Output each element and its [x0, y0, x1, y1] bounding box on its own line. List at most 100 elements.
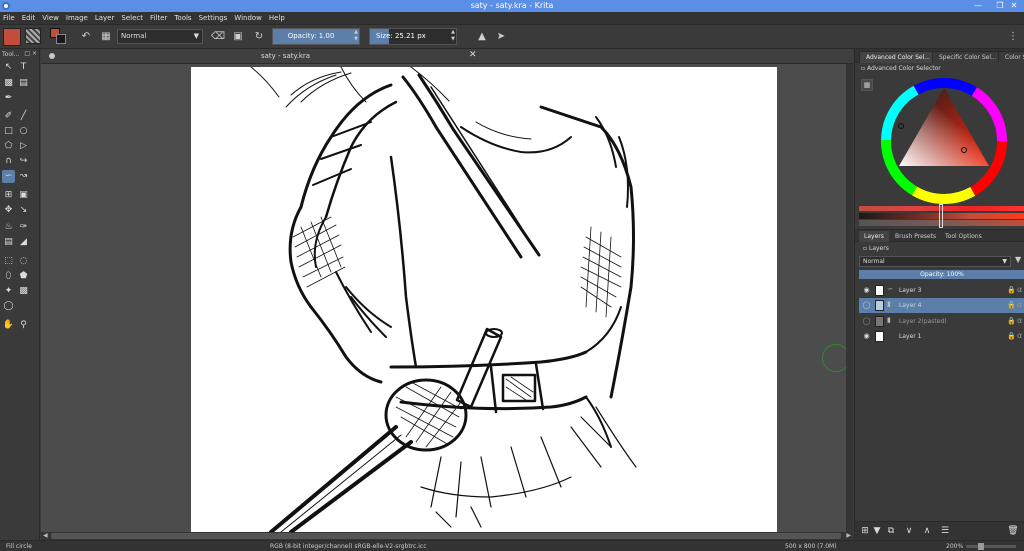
delete-layer-icon[interactable]: 🗑 — [1007, 525, 1019, 537]
freehand-brush-tool-icon[interactable]: ✐ — [2, 110, 15, 123]
eraser-mode-icon[interactable]: ⌫ — [210, 29, 226, 45]
edit-shapes-tool-icon[interactable]: ▩ — [2, 77, 15, 90]
lock-icon[interactable]: 🔒 — [1007, 286, 1016, 294]
menu-view[interactable]: View — [42, 14, 59, 22]
transform-tool-icon[interactable]: ↘ — [17, 204, 30, 217]
measure-tool-icon[interactable]: ◢ — [17, 236, 30, 249]
lock-icon[interactable]: 🔒 — [1007, 317, 1016, 325]
layer-opacity-slider[interactable]: Opacity: 100% — [859, 270, 1024, 279]
fill-tool-icon[interactable]: ♨ — [2, 221, 15, 234]
close-window-button[interactable]: ✕ — [1004, 0, 1024, 12]
layer-properties-icon[interactable]: ☰ — [939, 525, 951, 537]
menu-select[interactable]: Select — [121, 14, 143, 22]
assistant-tool-icon[interactable]: ▣ — [17, 189, 30, 202]
mirror-vertical-icon[interactable]: ➤ — [493, 29, 509, 45]
zoom-slider-knob[interactable] — [978, 543, 984, 550]
pattern-swatch[interactable] — [25, 28, 41, 44]
opacity-slider[interactable]: Opacity: 1.00 ▲ ▼ — [272, 28, 360, 45]
size-spinner-icon[interactable]: ▲ ▼ — [451, 29, 455, 43]
scroll-right-icon[interactable]: ▶ — [846, 532, 851, 539]
add-layer-icon[interactable]: ⊞ — [859, 525, 871, 537]
zoom-slider[interactable] — [966, 543, 1016, 550]
eye-closed-icon[interactable]: ◯ — [862, 317, 871, 326]
move-layer-down-icon[interactable]: ∨ — [903, 525, 915, 537]
polygon-tool-icon[interactable]: ⬠ — [2, 140, 15, 153]
layer-name[interactable]: Layer 2(pasted) — [899, 318, 947, 325]
dynamic-brush-tool-icon[interactable]: ↝ — [17, 170, 30, 183]
polyline-tool-icon[interactable]: ▷ — [17, 140, 30, 153]
crop-tool-icon[interactable]: ⊞ — [2, 189, 15, 202]
freehand-selection-icon[interactable]: ⬯ — [2, 270, 15, 283]
layer-name[interactable]: Layer 3 — [899, 287, 921, 294]
lock-icon[interactable]: 🔒 — [1007, 332, 1016, 340]
tab-brush-presets[interactable]: Brush Presets — [890, 231, 941, 242]
move-layer-up-icon[interactable]: ∧ — [921, 525, 933, 537]
status-color-profile[interactable]: RGB (8-bit integer/channel) sRGB-elle-V2… — [270, 543, 427, 550]
line-tool-icon[interactable]: ╱ — [17, 110, 30, 123]
minimize-button[interactable]: — — [967, 0, 989, 12]
menu-tools[interactable]: Tools — [174, 14, 191, 22]
eye-closed-icon[interactable]: ◯ — [862, 301, 871, 310]
add-layer-menu-icon[interactable]: ▼ — [871, 525, 883, 537]
color-wheel-graphic[interactable] — [879, 76, 1009, 206]
menu-settings[interactable]: Settings — [199, 14, 228, 22]
blend-mode-select[interactable]: Normal ▼ — [117, 29, 203, 44]
similar-selection-icon[interactable]: ▩ — [17, 285, 30, 298]
preserve-alpha-icon[interactable]: ▣ — [230, 29, 246, 45]
magic-wand-icon[interactable]: ✦ — [2, 285, 15, 298]
freehand-path-icon[interactable]: ↪ — [17, 155, 30, 168]
tab-tool-options[interactable]: Tool Options — [940, 231, 987, 242]
scroll-left-icon[interactable]: ◀ — [43, 532, 48, 539]
horizontal-scrollbar[interactable]: ◀ ▶ — [41, 532, 853, 540]
eye-icon[interactable]: ◉ — [862, 286, 871, 295]
ellipse-tool-icon[interactable]: ○ — [17, 125, 30, 138]
bezier-tool-icon[interactable]: ∩ — [2, 155, 15, 168]
fg-bg-color-swatch[interactable] — [50, 28, 66, 44]
layer-row-selected[interactable]: ◯ ▮ Layer 4 🔒 α — [859, 298, 1024, 313]
canvas-area[interactable] — [41, 64, 846, 532]
duplicate-layer-icon[interactable]: ⧉ — [885, 525, 897, 537]
layer-filter-icon[interactable]: ▼ — [1015, 255, 1021, 264]
layer-name[interactable]: Layer 4 — [899, 302, 921, 309]
polygon-selection-icon[interactable]: ⬟ — [17, 270, 30, 283]
layer-row[interactable]: ◉ Layer 1 🔒 α — [859, 329, 1024, 344]
drawing-canvas[interactable] — [191, 67, 777, 532]
menu-file[interactable]: File — [3, 14, 15, 22]
rectangle-tool-icon[interactable]: □ — [2, 125, 15, 138]
document-tab-title[interactable]: saty - saty.kra — [261, 52, 310, 60]
color-wheel[interactable] — [879, 76, 1009, 208]
layer-row[interactable]: ◯ ▮ Layer 2(pasted) 🔒 α — [859, 314, 1024, 329]
eye-icon[interactable]: ◉ — [862, 332, 871, 341]
menu-image[interactable]: Image — [66, 14, 88, 22]
menu-help[interactable]: Help — [269, 14, 285, 22]
freehand-path-tool-icon[interactable]: ∽ — [2, 170, 15, 183]
move-tool-icon[interactable]: ✥ — [2, 204, 15, 217]
calligraphy-tool-icon[interactable]: ▤ — [17, 77, 30, 90]
vertical-scrollbar[interactable] — [846, 64, 853, 532]
gradient-edit-tool-icon[interactable]: ✒ — [2, 92, 15, 105]
horizontal-scroll-thumb[interactable] — [51, 533, 841, 539]
swap-colors-icon[interactable]: ↶ — [78, 29, 94, 45]
alpha-lock-icon[interactable]: α — [1017, 300, 1022, 309]
tab-layers[interactable]: Layers — [859, 231, 889, 242]
alpha-lock-icon[interactable]: α — [1017, 316, 1022, 325]
bezier-selection-icon[interactable]: ◯ — [2, 300, 15, 313]
brush-preset-button[interactable] — [3, 28, 21, 46]
alpha-lock-icon[interactable]: α — [1017, 331, 1022, 340]
size-slider[interactable]: Size: 25.21 px ▲ ▼ — [369, 28, 457, 45]
tab-color-sliders[interactable]: Color S — [998, 51, 1024, 63]
alpha-lock-icon[interactable]: α — [1017, 285, 1022, 294]
layer-name[interactable]: Layer 1 — [899, 333, 921, 340]
menu-window[interactable]: Window — [234, 14, 262, 22]
toolbar-overflow-icon[interactable]: ⋮ — [1005, 29, 1021, 45]
gradient-tool-icon[interactable]: ▤ — [2, 236, 15, 249]
reload-preset-icon[interactable]: ↻ — [251, 29, 267, 45]
tab-advanced-color-selector[interactable]: Advanced Color Sel... — [859, 51, 938, 63]
tab-specific-color-selector[interactable]: Specific Color Sel... — [932, 51, 1004, 63]
elliptical-selection-icon[interactable]: ◌ — [17, 255, 30, 268]
shade-selector-marker[interactable] — [939, 204, 943, 228]
lock-icon[interactable]: 🔒 — [1007, 301, 1016, 309]
rectangular-selection-icon[interactable]: ⬚ — [2, 255, 15, 268]
color-selector-settings-icon[interactable]: ▦ — [861, 79, 873, 91]
select-shapes-tool-icon[interactable]: ↖ — [2, 61, 15, 74]
